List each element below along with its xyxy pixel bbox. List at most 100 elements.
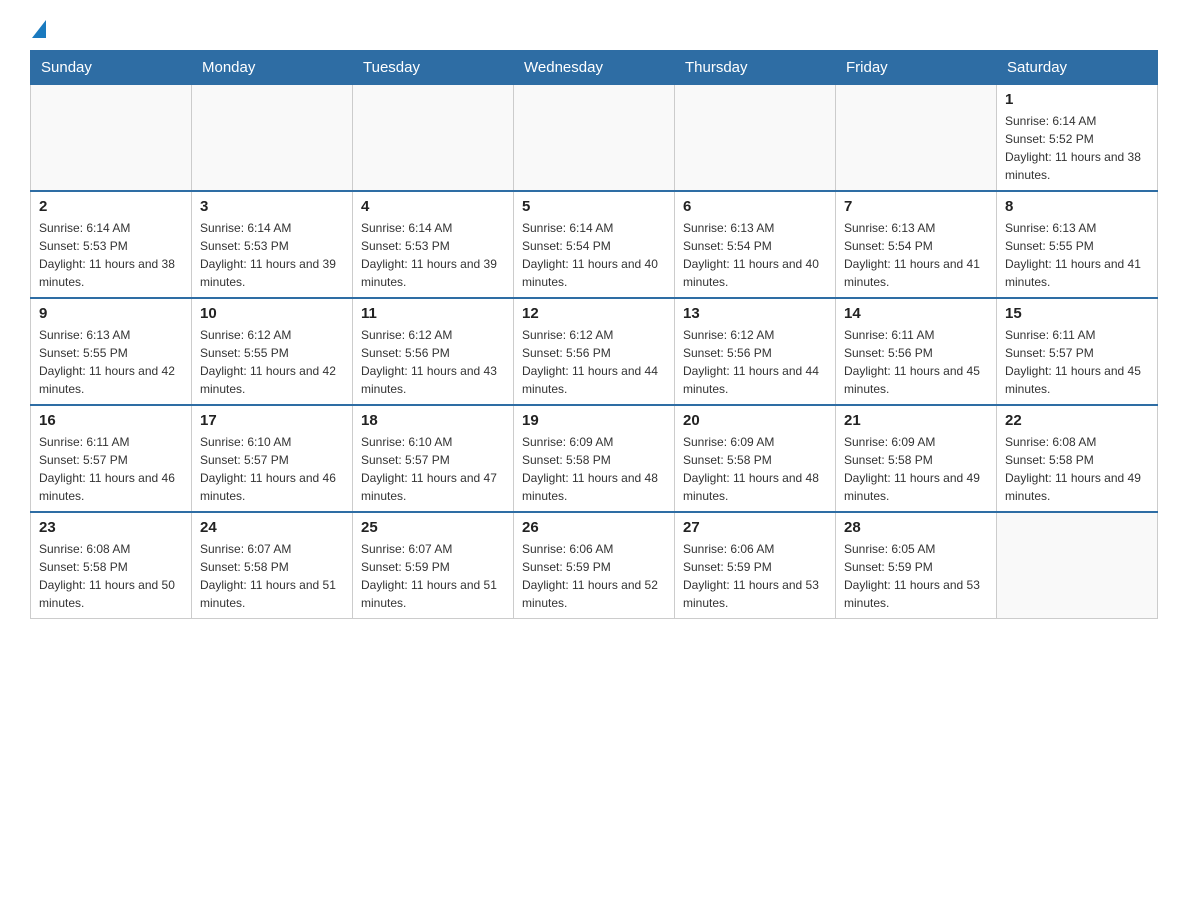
day-info: Sunrise: 6:12 AMSunset: 5:56 PMDaylight:… [522,326,666,398]
day-info: Sunrise: 6:10 AMSunset: 5:57 PMDaylight:… [200,433,344,505]
day-number: 13 [683,305,827,322]
day-number: 5 [522,198,666,215]
calendar-cell: 27 Sunrise: 6:06 AMSunset: 5:59 PMDayligh… [675,512,836,619]
calendar-cell [997,512,1158,619]
calendar-cell: 12 Sunrise: 6:12 AMSunset: 5:56 PMDayligh… [514,298,675,405]
calendar-cell: 21 Sunrise: 6:09 AMSunset: 5:58 PMDayligh… [836,405,997,512]
calendar-cell [31,85,192,192]
day-number: 24 [200,519,344,536]
column-header-sunday: Sunday [31,51,192,85]
day-number: 1 [1005,91,1149,108]
calendar-cell: 3 Sunrise: 6:14 AMSunset: 5:53 PMDaylight… [192,191,353,298]
day-number: 20 [683,412,827,429]
calendar-cell: 15 Sunrise: 6:11 AMSunset: 5:57 PMDayligh… [997,298,1158,405]
calendar-week-row: 23 Sunrise: 6:08 AMSunset: 5:58 PMDayligh… [31,512,1158,619]
column-header-friday: Friday [836,51,997,85]
day-info: Sunrise: 6:11 AMSunset: 5:57 PMDaylight:… [39,433,183,505]
calendar-cell [192,85,353,192]
calendar-cell: 8 Sunrise: 6:13 AMSunset: 5:55 PMDaylight… [997,191,1158,298]
day-info: Sunrise: 6:08 AMSunset: 5:58 PMDaylight:… [1005,433,1149,505]
calendar-cell: 18 Sunrise: 6:10 AMSunset: 5:57 PMDayligh… [353,405,514,512]
day-info: Sunrise: 6:14 AMSunset: 5:54 PMDaylight:… [522,219,666,291]
calendar-cell [675,85,836,192]
day-info: Sunrise: 6:06 AMSunset: 5:59 PMDaylight:… [522,540,666,612]
calendar-cell: 28Sunrise: 6:05 AMSunset: 5:59 PMDayligh… [836,512,997,619]
day-info: Sunrise: 6:10 AMSunset: 5:57 PMDaylight:… [361,433,505,505]
day-number: 2 [39,198,183,215]
day-info: Sunrise: 6:14 AMSunset: 5:53 PMDaylight:… [361,219,505,291]
day-number: 4 [361,198,505,215]
day-number: 17 [200,412,344,429]
calendar-cell: 2 Sunrise: 6:14 AMSunset: 5:53 PMDaylight… [31,191,192,298]
column-header-monday: Monday [192,51,353,85]
day-number: 27 [683,519,827,536]
day-info: Sunrise: 6:11 AMSunset: 5:57 PMDaylight:… [1005,326,1149,398]
day-number: 8 [1005,198,1149,215]
calendar-cell: 11 Sunrise: 6:12 AMSunset: 5:56 PMDayligh… [353,298,514,405]
calendar-cell: 19 Sunrise: 6:09 AMSunset: 5:58 PMDayligh… [514,405,675,512]
calendar-cell: 16 Sunrise: 6:11 AMSunset: 5:57 PMDayligh… [31,405,192,512]
calendar-week-row: 2 Sunrise: 6:14 AMSunset: 5:53 PMDaylight… [31,191,1158,298]
calendar-cell: 24 Sunrise: 6:07 AMSunset: 5:58 PMDayligh… [192,512,353,619]
logo [30,20,46,40]
calendar-cell: 13Sunrise: 6:12 AMSunset: 5:56 PMDayligh… [675,298,836,405]
day-info: Sunrise: 6:12 AMSunset: 5:55 PMDaylight:… [200,326,344,398]
day-info: Sunrise: 6:13 AMSunset: 5:54 PMDaylight:… [683,219,827,291]
day-number: 18 [361,412,505,429]
day-info: Sunrise: 6:13 AMSunset: 5:55 PMDaylight:… [39,326,183,398]
day-number: 15 [1005,305,1149,322]
calendar-cell: 17 Sunrise: 6:10 AMSunset: 5:57 PMDayligh… [192,405,353,512]
day-number: 3 [200,198,344,215]
day-info: Sunrise: 6:12 AMSunset: 5:56 PMDaylight:… [361,326,505,398]
day-info: Sunrise: 6:13 AMSunset: 5:55 PMDaylight:… [1005,219,1149,291]
calendar-cell [836,85,997,192]
day-number: 16 [39,412,183,429]
day-number: 21 [844,412,988,429]
day-info: Sunrise: 6:11 AMSunset: 5:56 PMDaylight:… [844,326,988,398]
day-info: Sunrise: 6:08 AMSunset: 5:58 PMDaylight:… [39,540,183,612]
day-number: 9 [39,305,183,322]
day-info: Sunrise: 6:14 AMSunset: 5:53 PMDaylight:… [39,219,183,291]
day-number: 28 [844,519,988,536]
day-number: 10 [200,305,344,322]
day-number: 26 [522,519,666,536]
calendar-week-row: 1 Sunrise: 6:14 AMSunset: 5:52 PMDaylight… [31,85,1158,192]
day-number: 23 [39,519,183,536]
day-number: 19 [522,412,666,429]
day-info: Sunrise: 6:09 AMSunset: 5:58 PMDaylight:… [844,433,988,505]
calendar-header-row: SundayMondayTuesdayWednesdayThursdayFrid… [31,51,1158,85]
day-number: 6 [683,198,827,215]
calendar-week-row: 9 Sunrise: 6:13 AMSunset: 5:55 PMDaylight… [31,298,1158,405]
calendar-cell: 9 Sunrise: 6:13 AMSunset: 5:55 PMDaylight… [31,298,192,405]
column-header-tuesday: Tuesday [353,51,514,85]
day-info: Sunrise: 6:06 AMSunset: 5:59 PMDaylight:… [683,540,827,612]
calendar-cell: 4 Sunrise: 6:14 AMSunset: 5:53 PMDaylight… [353,191,514,298]
day-info: Sunrise: 6:07 AMSunset: 5:59 PMDaylight:… [361,540,505,612]
calendar-table: SundayMondayTuesdayWednesdayThursdayFrid… [30,50,1158,619]
calendar-cell: 25Sunrise: 6:07 AMSunset: 5:59 PMDayligh… [353,512,514,619]
page-header [30,20,1158,40]
day-number: 14 [844,305,988,322]
day-info: Sunrise: 6:07 AMSunset: 5:58 PMDaylight:… [200,540,344,612]
day-number: 22 [1005,412,1149,429]
day-info: Sunrise: 6:09 AMSunset: 5:58 PMDaylight:… [683,433,827,505]
calendar-cell: 5 Sunrise: 6:14 AMSunset: 5:54 PMDaylight… [514,191,675,298]
calendar-cell: 20 Sunrise: 6:09 AMSunset: 5:58 PMDayligh… [675,405,836,512]
day-number: 11 [361,305,505,322]
calendar-cell: 22 Sunrise: 6:08 AMSunset: 5:58 PMDayligh… [997,405,1158,512]
calendar-cell [514,85,675,192]
calendar-cell: 26 Sunrise: 6:06 AMSunset: 5:59 PMDayligh… [514,512,675,619]
column-header-thursday: Thursday [675,51,836,85]
calendar-cell: 6 Sunrise: 6:13 AMSunset: 5:54 PMDaylight… [675,191,836,298]
calendar-cell: 10 Sunrise: 6:12 AMSunset: 5:55 PMDayligh… [192,298,353,405]
day-number: 7 [844,198,988,215]
day-number: 12 [522,305,666,322]
calendar-cell: 14 Sunrise: 6:11 AMSunset: 5:56 PMDayligh… [836,298,997,405]
column-header-saturday: Saturday [997,51,1158,85]
day-info: Sunrise: 6:09 AMSunset: 5:58 PMDaylight:… [522,433,666,505]
calendar-cell [353,85,514,192]
calendar-week-row: 16 Sunrise: 6:11 AMSunset: 5:57 PMDayligh… [31,405,1158,512]
day-info: Sunrise: 6:14 AMSunset: 5:53 PMDaylight:… [200,219,344,291]
day-info: Sunrise: 6:14 AMSunset: 5:52 PMDaylight:… [1005,112,1149,184]
calendar-cell: 23 Sunrise: 6:08 AMSunset: 5:58 PMDayligh… [31,512,192,619]
